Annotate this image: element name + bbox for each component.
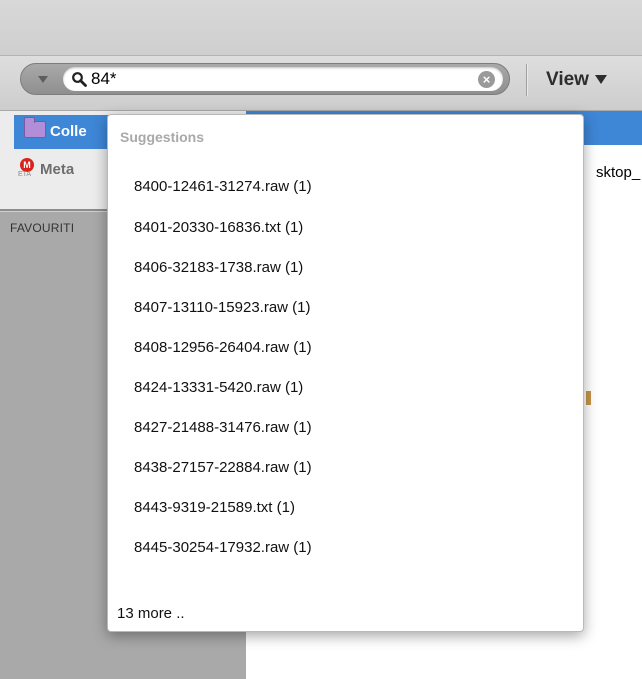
sidebar-item-metadata[interactable]: M ETA Meta [18, 153, 74, 187]
search-input[interactable]: 84* × [63, 67, 503, 91]
suggestions-header: Suggestions [120, 129, 205, 145]
suggestion-item[interactable]: 8438-27157-22884.raw (1) [134, 456, 312, 480]
suggestions-popup: Suggestions 8400-12461-31274.raw (1) 840… [107, 114, 584, 632]
suggestion-item[interactable]: 8443-9319-21589.txt (1) [134, 496, 295, 520]
folder-icon [24, 117, 46, 138]
search-query-text: 84* [91, 69, 117, 88]
favourites-section-label: FAVOURITI [10, 221, 75, 235]
search-scope-dropdown[interactable] [27, 69, 59, 89]
toolbar-separator [526, 64, 527, 96]
view-menu-label: View [546, 69, 589, 90]
suggestion-item[interactable]: 8424-13331-5420.raw (1) [134, 376, 303, 400]
toolbar: 84* × View [0, 56, 642, 111]
content-item-label[interactable]: sktop_ [596, 164, 640, 181]
suggestion-item[interactable]: 8406-32183-1738.raw (1) [134, 256, 303, 280]
sidebar-item-label: Colle [50, 123, 87, 140]
chevron-down-icon [38, 75, 48, 83]
suggestion-item[interactable]: 8445-30254-17932.raw (1) [134, 536, 312, 560]
view-menu-button[interactable]: View [546, 66, 607, 94]
suggestion-item[interactable]: 8408-12956-26404.raw (1) [134, 336, 312, 360]
suggestion-item[interactable]: 8401-20330-16836.txt (1) [134, 216, 303, 240]
clear-search-icon[interactable]: × [478, 71, 495, 88]
sidebar-item-label: Meta [40, 161, 75, 178]
meta-icon: M ETA [18, 156, 36, 180]
suggestion-item[interactable]: 8407-13110-15923.raw (1) [134, 296, 311, 320]
suggestion-item[interactable]: 8400-12461-31274.raw (1) [134, 175, 312, 199]
suggestion-item[interactable]: 8427-21488-31476.raw (1) [134, 416, 312, 440]
content-item-fragment [586, 391, 591, 405]
search-bar: 84* × [20, 63, 510, 95]
search-icon [72, 72, 87, 87]
caret-down-icon [594, 75, 607, 85]
more-suggestions-link[interactable]: 13 more .. [117, 605, 185, 622]
window-top-strip [0, 0, 642, 56]
